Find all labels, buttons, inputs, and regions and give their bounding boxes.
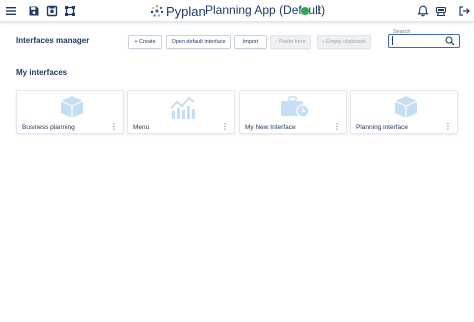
interface-card[interactable]: Menu ⋮ (127, 90, 235, 134)
card-menu-icon[interactable]: ⋮ (110, 123, 118, 131)
empty-clipboard-label: Empty clipboard (326, 39, 366, 45)
open-default-interface-button[interactable]: Open default interface (166, 35, 231, 49)
interface-card[interactable]: Business planning ⋮ (16, 90, 124, 134)
import-button[interactable]: Import (234, 35, 267, 49)
card-menu-icon[interactable]: ⋮ (444, 123, 452, 131)
top-bar: Pyplan Planning App (Default) ⋮ (0, 0, 474, 22)
section-title: My interfaces (16, 68, 68, 77)
paste-icon: ▫ (275, 39, 278, 45)
create-button[interactable]: + Create (128, 35, 162, 49)
cube-icon (60, 96, 84, 118)
pyplan-logo-icon (150, 4, 164, 17)
card-label: My New Interface (245, 124, 296, 131)
paste-here-label: Paste here (279, 39, 306, 45)
page-title: Interfaces manager (16, 36, 90, 45)
card-label: Menu (133, 124, 150, 131)
chart-icon (170, 96, 195, 119)
briefcase-clock-icon (281, 96, 310, 118)
paste-here-button: ▫ Paste here (270, 35, 311, 49)
search-field[interactable] (388, 34, 460, 48)
bell-icon[interactable] (416, 4, 430, 18)
card-menu-icon[interactable]: ⋮ (221, 123, 229, 131)
card-menu-icon[interactable]: ⋮ (333, 123, 341, 131)
support-icon[interactable] (434, 4, 448, 18)
save-as-icon[interactable] (45, 4, 59, 18)
search-input[interactable] (392, 36, 442, 45)
pyplan-logo: Pyplan (150, 3, 206, 19)
menu-icon[interactable] (4, 4, 18, 18)
app-menu-icon[interactable]: ⋮ (313, 4, 324, 16)
logout-icon[interactable] (457, 4, 471, 18)
save-icon[interactable] (27, 4, 41, 18)
logo-text: Pyplan (166, 3, 206, 19)
status-indicator (301, 7, 309, 15)
interface-card[interactable]: Planning interface ⋮ (350, 90, 458, 134)
cube-icon (394, 96, 418, 118)
empty-clipboard-button: ▪ Empty clipboard (317, 35, 371, 49)
interface-card[interactable]: My New Interface ⋮ (239, 90, 347, 134)
card-label: Planning interface (356, 124, 409, 131)
trash-icon: ▪ (322, 39, 325, 45)
card-label: Business planning (22, 124, 75, 131)
search-icon[interactable] (445, 36, 455, 46)
crop-icon[interactable] (63, 4, 77, 18)
